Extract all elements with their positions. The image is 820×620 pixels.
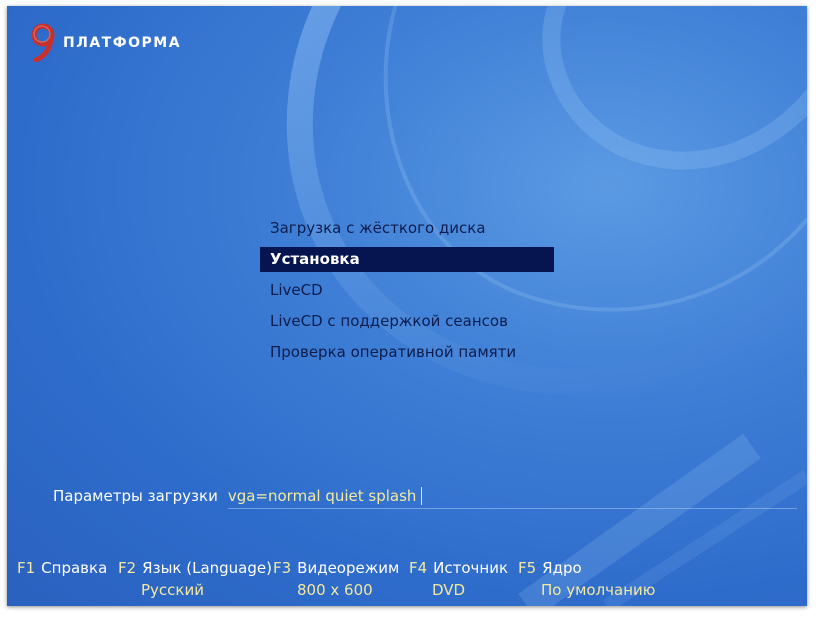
boot-screen: ПЛАТФОРМА Загрузка с жёсткого диска Уста…: [7, 6, 807, 606]
boot-params-input[interactable]: vga=normal quiet splash: [227, 484, 797, 509]
menu-item-livecd[interactable]: LiveCD: [260, 278, 554, 303]
menu-item-livecd-sessions[interactable]: LiveCD с поддержкой сеансов: [260, 309, 554, 334]
fkey-f1-help[interactable]: F1 Справка: [17, 559, 107, 577]
boot-params-row: Параметры загрузки vga=normal quiet spla…: [53, 484, 797, 509]
fkey-f5-label: Ядро: [542, 559, 582, 577]
fkey-f1-label: Справка: [41, 559, 108, 577]
logo-text: ПЛАТФОРМА: [63, 35, 182, 51]
fkey-f5-value: По умолчанию: [541, 581, 656, 599]
fkey-f3-label: Видеорежим: [297, 559, 400, 577]
menu-item-install[interactable]: Установка: [260, 247, 554, 272]
boot-params-value: vga=normal quiet splash: [227, 486, 417, 505]
boot-params-label: Параметры загрузки: [53, 487, 218, 505]
nine-logo-icon: [31, 23, 55, 62]
fkey-f5-kernel[interactable]: F5 Ядро: [518, 559, 582, 577]
menu-item-hard-disk[interactable]: Загрузка с жёсткого диска: [260, 216, 554, 241]
fkey-f2-language[interactable]: F2 Язык (Language): [118, 559, 272, 577]
fkey-f3-code: F3: [273, 559, 292, 577]
fkey-f2-label: Язык (Language): [142, 559, 272, 577]
platform-logo: ПЛАТФОРМА: [29, 22, 181, 62]
fkey-f4-source[interactable]: F4 Источник: [409, 559, 508, 577]
fkey-f3-videomode[interactable]: F3 Видеорежим: [273, 559, 399, 577]
fkey-f5-code: F5: [518, 559, 537, 577]
text-cursor: [421, 486, 423, 505]
fkey-f4-code: F4: [409, 559, 428, 577]
fkey-f4-label: Источник: [433, 559, 509, 577]
menu-item-memtest[interactable]: Проверка оперативной памяти: [260, 340, 554, 365]
fkey-f1-code: F1: [17, 559, 36, 577]
fkey-f2-code: F2: [118, 559, 137, 577]
fkey-f3-value: 800 x 600: [297, 581, 373, 599]
fkey-f2-value: Русский: [141, 581, 204, 599]
boot-menu: Загрузка с жёсткого диска Установка Live…: [260, 216, 554, 371]
fkey-f4-value: DVD: [432, 581, 466, 599]
